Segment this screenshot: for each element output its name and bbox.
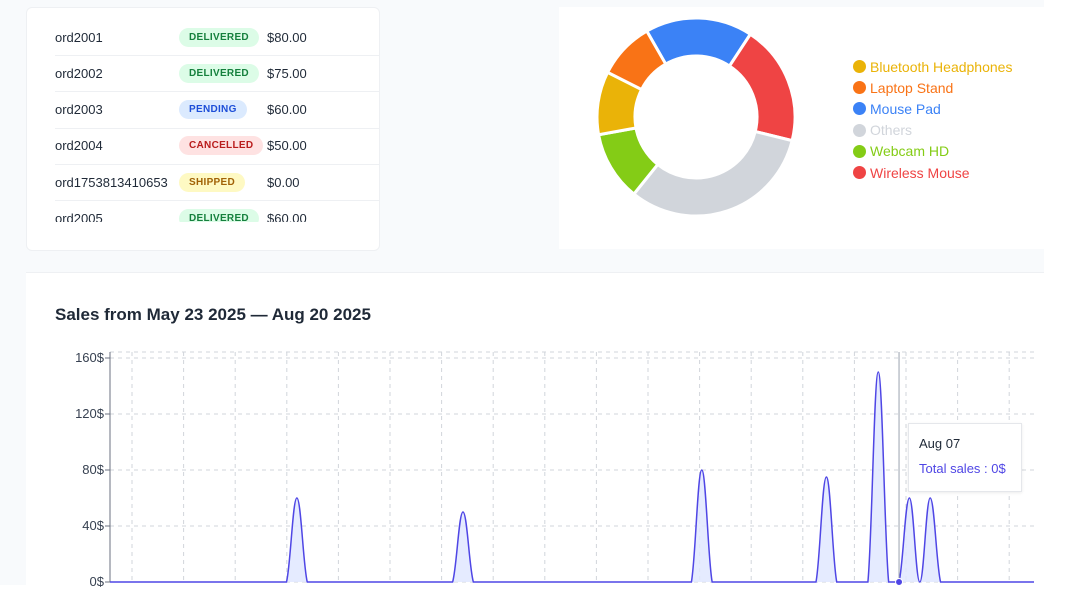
- tooltip-value: Total sales : 0$: [919, 461, 1006, 476]
- tooltip-active-point: [895, 578, 904, 586]
- y-tick-label: 80$: [82, 462, 104, 477]
- y-tick-label: 0$: [89, 574, 104, 589]
- sales-area-fill: [110, 372, 1034, 582]
- sales-area-chart[interactable]: [0, 0, 1083, 596]
- y-tick-label: 120$: [75, 406, 104, 421]
- tooltip-date: Aug 07: [919, 436, 961, 451]
- sales-line: [109, 371, 1034, 583]
- y-tick-label: 160$: [75, 350, 104, 365]
- sales-tooltip: Aug 07 Total sales : 0$: [908, 423, 1022, 492]
- y-tick-label: 40$: [82, 518, 104, 533]
